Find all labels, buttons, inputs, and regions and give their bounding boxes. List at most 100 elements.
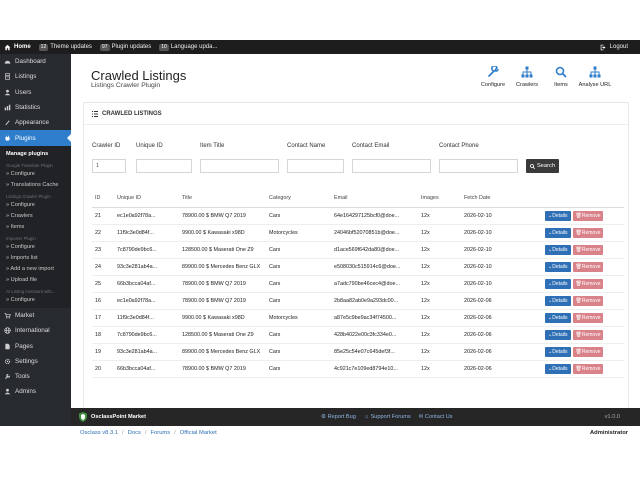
table-cell: 18 xyxy=(92,326,114,344)
contact-email-input[interactable] xyxy=(352,159,431,173)
table-cell: 12x xyxy=(418,275,461,293)
remove-button[interactable]: 🗑 Remove xyxy=(572,295,604,306)
plugin-updates-label: Plugin updates xyxy=(111,44,152,50)
sidebar-item-international[interactable]: International xyxy=(0,323,71,338)
row-actions: ⌄ Details 🗑 Remove xyxy=(542,207,624,225)
sidebar-item-market[interactable]: Market xyxy=(0,308,71,323)
remove-button[interactable]: 🗑 Remove xyxy=(572,346,604,357)
items-button[interactable]: Items xyxy=(544,66,578,88)
item-title-input[interactable] xyxy=(200,159,279,173)
report-bug-link[interactable]: ⚙ Report Bug xyxy=(321,414,356,420)
unique-id-input[interactable] xyxy=(136,159,192,173)
remove-label: Remove xyxy=(581,229,601,236)
table-cell: 12x xyxy=(418,241,461,259)
details-label: Details xyxy=(552,229,568,236)
remove-button[interactable]: 🗑 Remove xyxy=(572,329,604,340)
column-header[interactable]: Fetch Date xyxy=(461,189,542,208)
importer-configure-link[interactable]: » Configure xyxy=(0,242,71,253)
language-updates-link[interactable]: 10 Language upda... xyxy=(155,40,221,54)
remove-button[interactable]: 🗑 Remove xyxy=(572,261,604,272)
crawlers-link[interactable]: » Crawlers xyxy=(0,211,71,222)
details-button[interactable]: ⌄ Details xyxy=(545,261,571,272)
table-cell: 93c3e281ab4a... xyxy=(114,258,179,276)
docs-link[interactable]: Docs xyxy=(128,430,141,436)
home-link[interactable]: Home xyxy=(0,40,35,54)
table-cell: 24046bf52070851b@doe... xyxy=(331,224,418,242)
table-cell: Cars xyxy=(266,343,331,361)
sidebar-item-users[interactable]: Users xyxy=(0,85,71,100)
sidebar-item-pages[interactable]: Pages xyxy=(0,338,71,353)
remove-button[interactable]: 🗑 Remove xyxy=(572,312,604,323)
sidebar-item-settings[interactable]: Settings xyxy=(0,354,71,369)
configure-label: Configure xyxy=(480,82,506,88)
table-cell: 12x xyxy=(418,326,461,344)
footer-brand[interactable]: OsclassPoint Market xyxy=(71,412,291,422)
sidebar-item-plugins[interactable]: Plugins xyxy=(0,130,71,146)
details-button[interactable]: ⌄ Details xyxy=(545,295,571,306)
imports-list-link[interactable]: » Imports list xyxy=(0,253,71,264)
details-button[interactable]: ⌄ Details xyxy=(545,227,571,238)
remove-button[interactable]: 🗑 Remove xyxy=(572,244,604,255)
remove-button[interactable]: 🗑 Remove xyxy=(572,210,604,221)
admin-user-label[interactable]: Administrator xyxy=(590,430,640,436)
remove-button[interactable]: 🗑 Remove xyxy=(572,278,604,289)
support-forums-link[interactable]: ☼ Support Forums xyxy=(364,414,411,420)
table-cell: 2026-02-06 xyxy=(461,343,542,361)
contact-us-link[interactable]: ✉ Contact Us xyxy=(419,414,453,420)
details-button[interactable]: ⌄ Details xyxy=(545,363,571,374)
table-cell: 17 xyxy=(92,309,114,327)
sidebar-item-tools[interactable]: Tools xyxy=(0,369,71,384)
column-header[interactable]: Title xyxy=(179,189,266,208)
details-button[interactable]: ⌄ Details xyxy=(545,329,571,340)
details-button[interactable]: ⌄ Details xyxy=(545,244,571,255)
ai-configure-link[interactable]: » Configure xyxy=(0,295,71,306)
sidebar-item-appearance[interactable]: Appearance xyxy=(0,115,71,130)
manage-plugins-link[interactable]: Manage plugins xyxy=(0,148,71,160)
column-header[interactable]: Images xyxy=(418,189,461,208)
table-row: 17 11f9c3e0d84f... 9900.00 $ Kawasaki x98D… xyxy=(92,309,624,327)
contact-phone-input[interactable] xyxy=(439,159,518,173)
contact-name-input[interactable] xyxy=(287,159,344,173)
remove-label: Remove xyxy=(581,314,601,321)
page-title: Crawled Listings xyxy=(91,68,187,83)
crawlers-button[interactable]: Crawlers xyxy=(510,66,544,88)
analyse-url-button[interactable]: Analyse URL xyxy=(578,66,612,88)
sidebar-item-admins[interactable]: Admins xyxy=(0,384,71,399)
details-button[interactable]: ⌄ Details xyxy=(545,346,571,357)
official-market-link[interactable]: Official Market xyxy=(180,430,217,436)
crawler-configure-link[interactable]: » Configure xyxy=(0,200,71,211)
theme-updates-link[interactable]: 12 Theme updates xyxy=(35,40,96,54)
google-translate-configure-link[interactable]: » Configure xyxy=(0,169,71,180)
table-cell: 2026-02-10 xyxy=(461,207,542,225)
upload-file-link[interactable]: » Upload file xyxy=(0,275,71,286)
forums-link[interactable]: Forums xyxy=(151,430,171,436)
column-header[interactable]: Unique ID xyxy=(114,189,179,208)
sidebar-item-dashboard[interactable]: Dashboard xyxy=(0,54,71,69)
crawler-id-input[interactable] xyxy=(92,159,126,173)
items-link[interactable]: » Items xyxy=(0,222,71,233)
column-header[interactable]: ID xyxy=(92,189,114,208)
column-header[interactable]: Category xyxy=(266,189,331,208)
details-button[interactable]: ⌄ Details xyxy=(545,278,571,289)
sidebar-item-listings[interactable]: Listings xyxy=(0,69,71,84)
details-label: Details xyxy=(552,246,568,253)
plugin-updates-link[interactable]: 97 Plugin updates xyxy=(96,40,155,54)
table-cell: 2026-02-10 xyxy=(461,224,542,242)
translations-cache-link[interactable]: » Translations Cache xyxy=(0,180,71,191)
table-cell: 12x xyxy=(418,292,461,310)
logout-link[interactable]: Logout xyxy=(596,40,640,54)
details-button[interactable]: ⌄ Details xyxy=(545,210,571,221)
remove-button[interactable]: 🗑 Remove xyxy=(572,227,604,238)
contact-us-label: Contact Us xyxy=(424,414,453,420)
configure-button[interactable]: Configure xyxy=(476,66,510,88)
search-button[interactable]: Search xyxy=(526,159,559,173)
column-header[interactable]: Email xyxy=(331,189,418,208)
sidebar-item-statistics[interactable]: Statistics xyxy=(0,100,71,115)
details-button[interactable]: ⌄ Details xyxy=(545,312,571,323)
row-actions: ⌄ Details 🗑 Remove xyxy=(542,309,624,327)
add-import-link[interactable]: » Add a new import xyxy=(0,264,71,275)
row-actions: ⌄ Details 🗑 Remove xyxy=(542,292,624,310)
remove-button[interactable]: 🗑 Remove xyxy=(572,363,604,374)
table-cell: 20 xyxy=(92,360,114,378)
osclass-version-link[interactable]: Osclass v8.3.1 xyxy=(80,430,118,436)
